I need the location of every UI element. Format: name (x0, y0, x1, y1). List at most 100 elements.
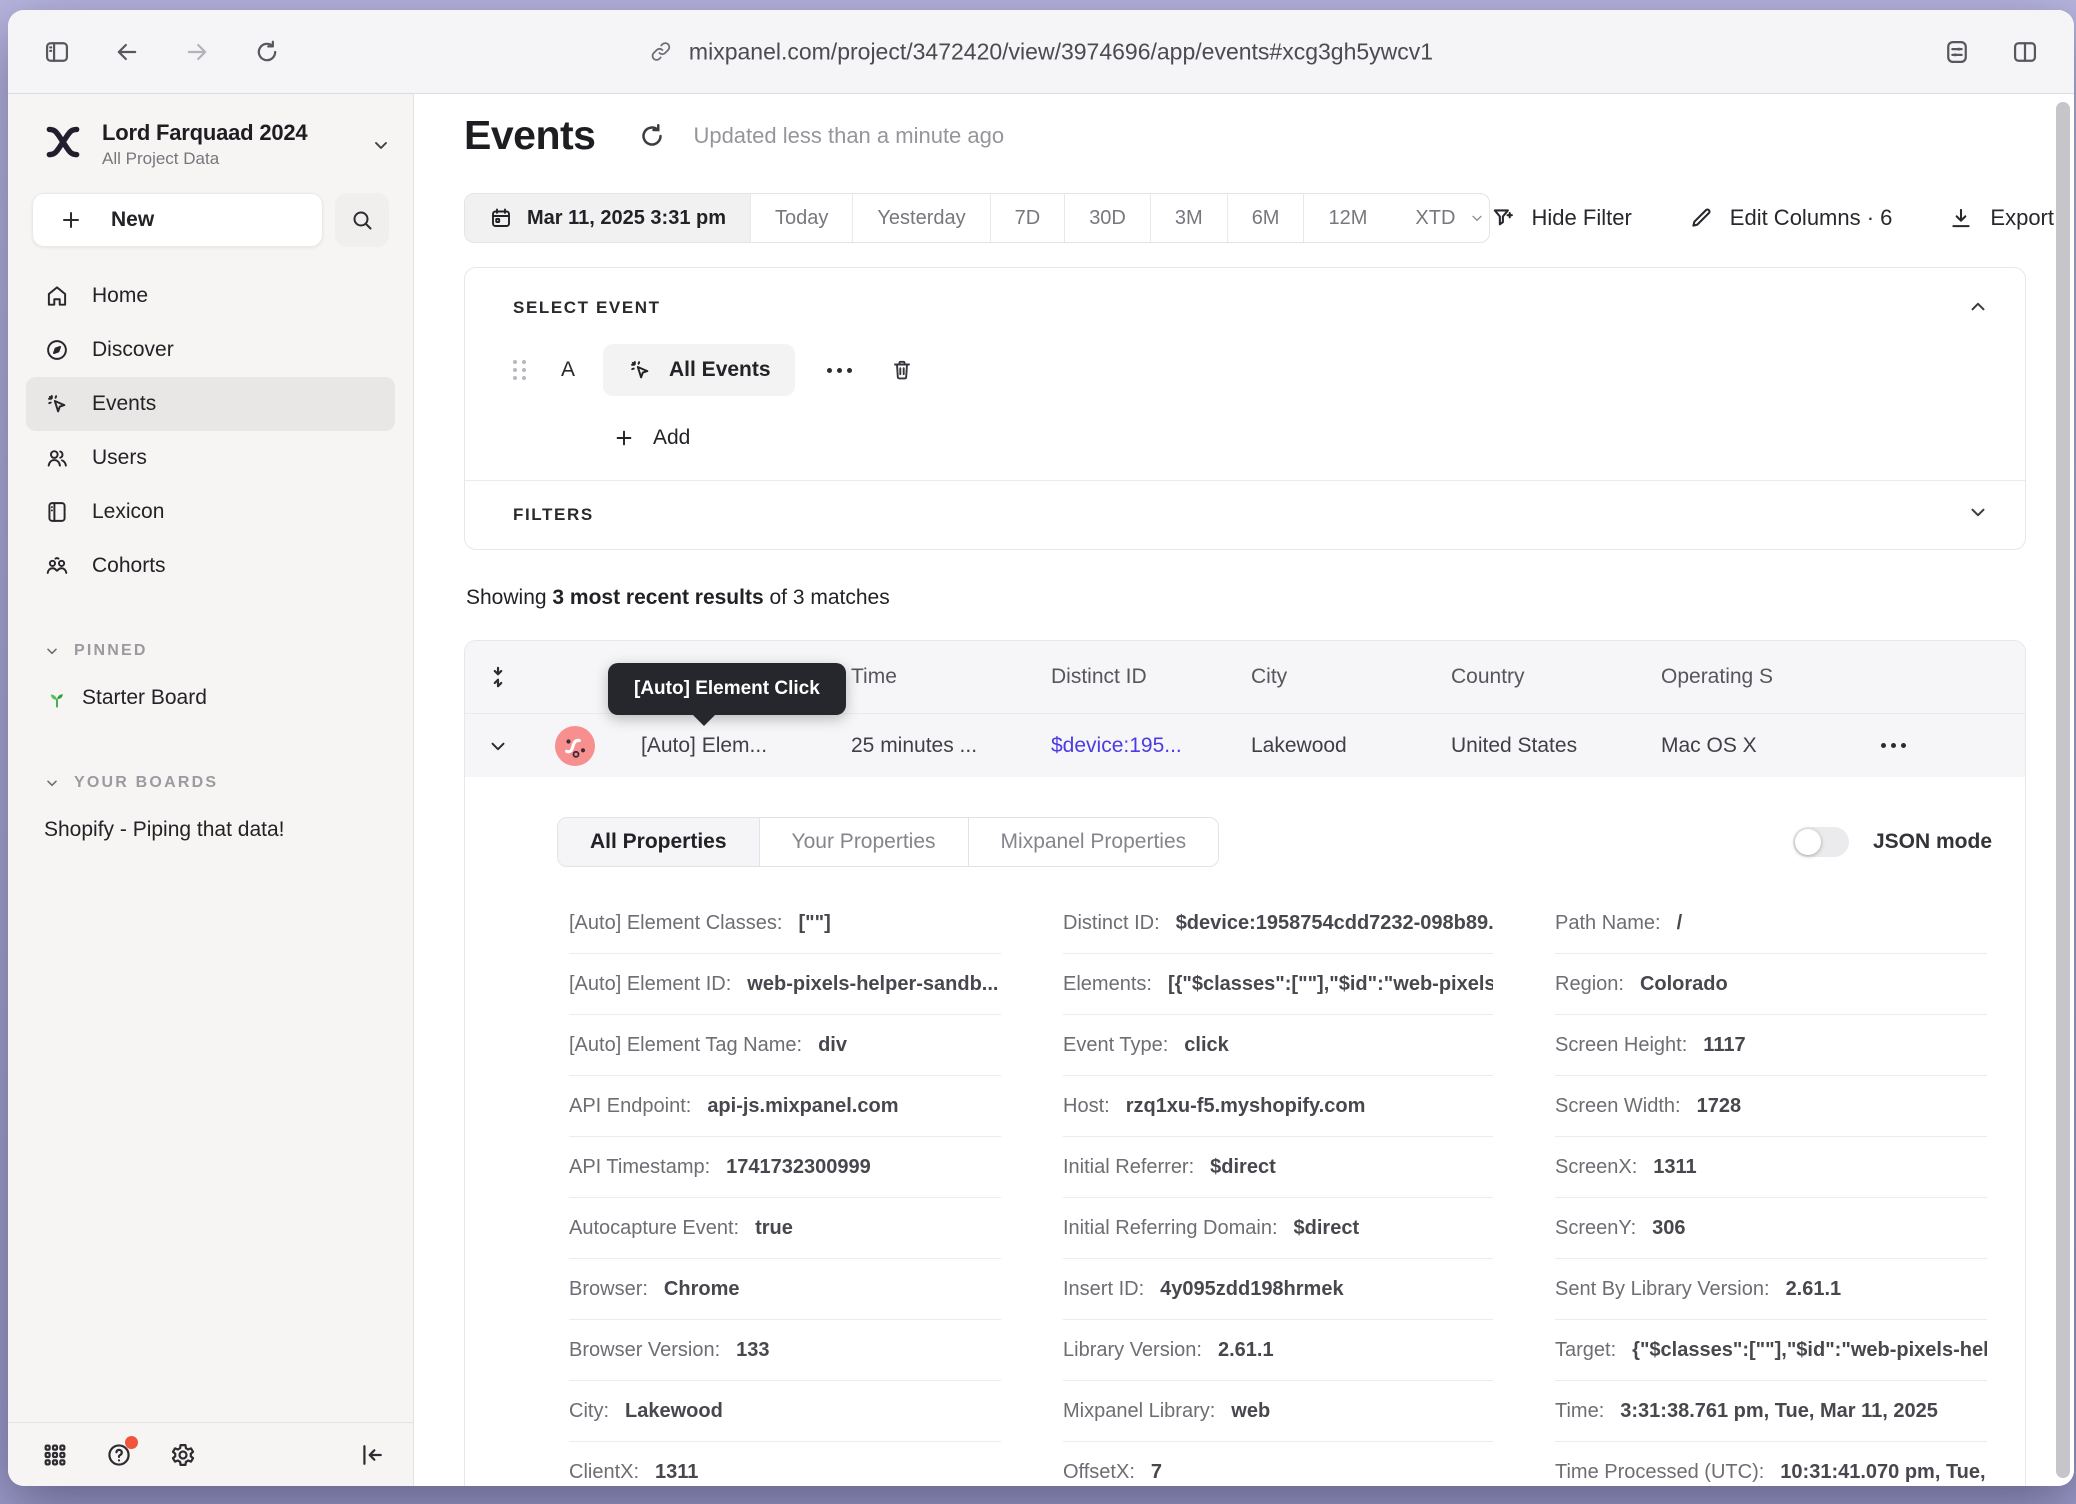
tab-mixpanel-properties[interactable]: Mixpanel Properties (969, 818, 1219, 866)
sidebar-item-users[interactable]: Users (26, 431, 395, 485)
property-row: Initial Referring Domain: $direct (1063, 1198, 1493, 1259)
property-label: Distinct ID: (1063, 912, 1160, 935)
range-preset-button[interactable]: 12M (1304, 194, 1391, 242)
property-value: 1728 (1697, 1095, 1742, 1118)
sidebar: Lord Farquaad 2024 All Project Data New (8, 94, 414, 1486)
tab-your-properties[interactable]: Your Properties (760, 818, 969, 866)
vertical-scrollbar[interactable] (2056, 102, 2070, 1478)
sidebar-item-label: Cohorts (92, 554, 166, 578)
your-boards-section-header[interactable]: YOUR BOARDS (26, 763, 395, 803)
filter-plus-icon (1490, 205, 1516, 231)
row-expand-chevron[interactable] (465, 735, 531, 757)
property-row: Event Type: click (1063, 1015, 1493, 1076)
date-picker-button[interactable]: Mar 11, 2025 3:31 pm (465, 194, 751, 242)
json-mode-toggle[interactable] (1793, 827, 1849, 857)
column-header-country[interactable]: Country (1451, 665, 1661, 689)
sidebar-item-events[interactable]: Events (26, 377, 395, 431)
add-event-button[interactable]: Add (613, 426, 1977, 450)
range-preset-button[interactable]: Today (751, 194, 853, 242)
sidebar-item-cohorts[interactable]: Cohorts (26, 539, 395, 593)
property-value: click (1184, 1034, 1228, 1057)
range-preset-button[interactable]: 30D (1065, 194, 1151, 242)
hide-filter-button[interactable]: Hide Filter (1490, 205, 1632, 231)
compass-icon (44, 337, 70, 363)
new-button[interactable]: New (32, 193, 323, 247)
property-label: ClientX: (569, 1461, 639, 1484)
book-icon (44, 499, 70, 525)
range-preset-button[interactable]: Yesterday (853, 194, 990, 242)
tab-all-properties[interactable]: All Properties (558, 818, 760, 866)
property-value: Chrome (664, 1278, 740, 1301)
row-more-icon[interactable] (1871, 733, 2025, 758)
property-row: Mixpanel Library: web (1063, 1381, 1493, 1442)
collapse-rows-icon[interactable] (465, 664, 531, 690)
properties-column-3: Path Name: / Region: Colorado (1555, 893, 1987, 1486)
range-preset-xtd-button[interactable]: XTD (1391, 194, 1489, 242)
sidebar-item-discover[interactable]: Discover (26, 323, 395, 377)
address-bar[interactable]: mixpanel.com/project/3472420/view/397469… (649, 38, 1433, 65)
property-value: 133 (736, 1339, 769, 1362)
sidebar-item-label: Events (92, 392, 156, 416)
property-row: API Endpoint: api-js.mixpanel.com (569, 1076, 1001, 1137)
chevron-up-icon[interactable] (1967, 296, 1989, 318)
property-value: [""] (798, 912, 830, 935)
sidebar-item-shopify-board[interactable]: Shopify - Piping that data! (26, 803, 395, 857)
range-preset-button[interactable]: 3M (1151, 194, 1228, 242)
range-preset-button[interactable]: 6M (1228, 194, 1305, 242)
your-boards-label: YOUR BOARDS (74, 774, 218, 792)
property-value: 1311 (1653, 1156, 1696, 1179)
edit-columns-button[interactable]: Edit Columns · 6 (1688, 205, 1893, 231)
gear-icon[interactable] (166, 1438, 200, 1472)
property-value[interactable]: $device:1958754cdd7232-098b89... (1176, 912, 1493, 935)
split-view-icon[interactable] (2010, 37, 2040, 67)
plus-icon (59, 208, 83, 232)
seedling-icon (44, 685, 70, 711)
search-button[interactable] (335, 193, 389, 247)
column-header-city[interactable]: City (1251, 665, 1451, 689)
page-settings-icon[interactable] (1942, 37, 1972, 67)
property-value: 3:31:38.761 pm, Tue, Mar 11, 2025 (1620, 1400, 1938, 1423)
properties-tabs: All Properties Your Properties Mixpanel … (557, 817, 1219, 867)
sidebar-item-label: Lexicon (92, 500, 164, 524)
property-value: 4y095zdd198hrmek (1160, 1278, 1343, 1301)
cursor-click-icon (627, 357, 653, 383)
property-row: Sent By Library Version: 2.61.1 (1555, 1259, 1987, 1320)
drag-handle-icon[interactable] (513, 360, 527, 380)
property-row: City: Lakewood (569, 1381, 1001, 1442)
collapse-sidebar-icon[interactable] (355, 1438, 389, 1472)
reload-icon[interactable] (252, 37, 282, 67)
column-header-distinct-id[interactable]: Distinct ID (1051, 665, 1251, 689)
property-row: OffsetX: 7 (1063, 1442, 1493, 1486)
property-row: Browser Version: 133 (569, 1320, 1001, 1381)
column-header-os[interactable]: Operating S (1661, 665, 1851, 689)
sidebar-item-home[interactable]: Home (26, 269, 395, 323)
more-icon[interactable] (817, 358, 862, 383)
property-value: 2.61.1 (1786, 1278, 1842, 1301)
row-distinct-id[interactable]: $device:195... (1051, 734, 1251, 758)
property-value: web-pixels-helper-sandb... (747, 973, 998, 996)
event-selector-pill[interactable]: All Events (603, 344, 795, 396)
range-preset-button[interactable]: 7D (991, 194, 1066, 242)
forward-icon[interactable] (182, 37, 212, 67)
sidebar-item-starter-board[interactable]: Starter Board (26, 671, 395, 725)
column-header-time[interactable]: Time (851, 665, 1051, 689)
pinned-section-header[interactable]: PINNED (26, 631, 395, 671)
property-value[interactable]: api-js.mixpanel.com (707, 1095, 898, 1118)
chevron-down-icon[interactable] (1967, 501, 1989, 523)
property-value[interactable]: rzq1xu-f5.myshopify.com (1126, 1095, 1366, 1118)
workspace-switcher[interactable]: Lord Farquaad 2024 All Project Data (8, 94, 413, 179)
mixpanel-logo (42, 121, 84, 168)
trash-icon[interactable] (880, 348, 924, 392)
sidebar-item-lexicon[interactable]: Lexicon (26, 485, 395, 539)
back-icon[interactable] (112, 37, 142, 67)
help-icon[interactable] (102, 1438, 136, 1472)
chevron-down-icon (44, 643, 60, 659)
apps-grid-icon[interactable] (38, 1438, 72, 1472)
row-event-name[interactable]: [Auto] Elem... (641, 734, 851, 758)
property-value: div (818, 1034, 847, 1057)
property-label: Mixpanel Library: (1063, 1400, 1215, 1423)
export-button[interactable]: Export (1948, 205, 2054, 231)
refresh-icon[interactable] (637, 121, 667, 151)
property-row: ScreenX: 1311 (1555, 1137, 1987, 1198)
sidebar-toggle-icon[interactable] (42, 37, 72, 67)
